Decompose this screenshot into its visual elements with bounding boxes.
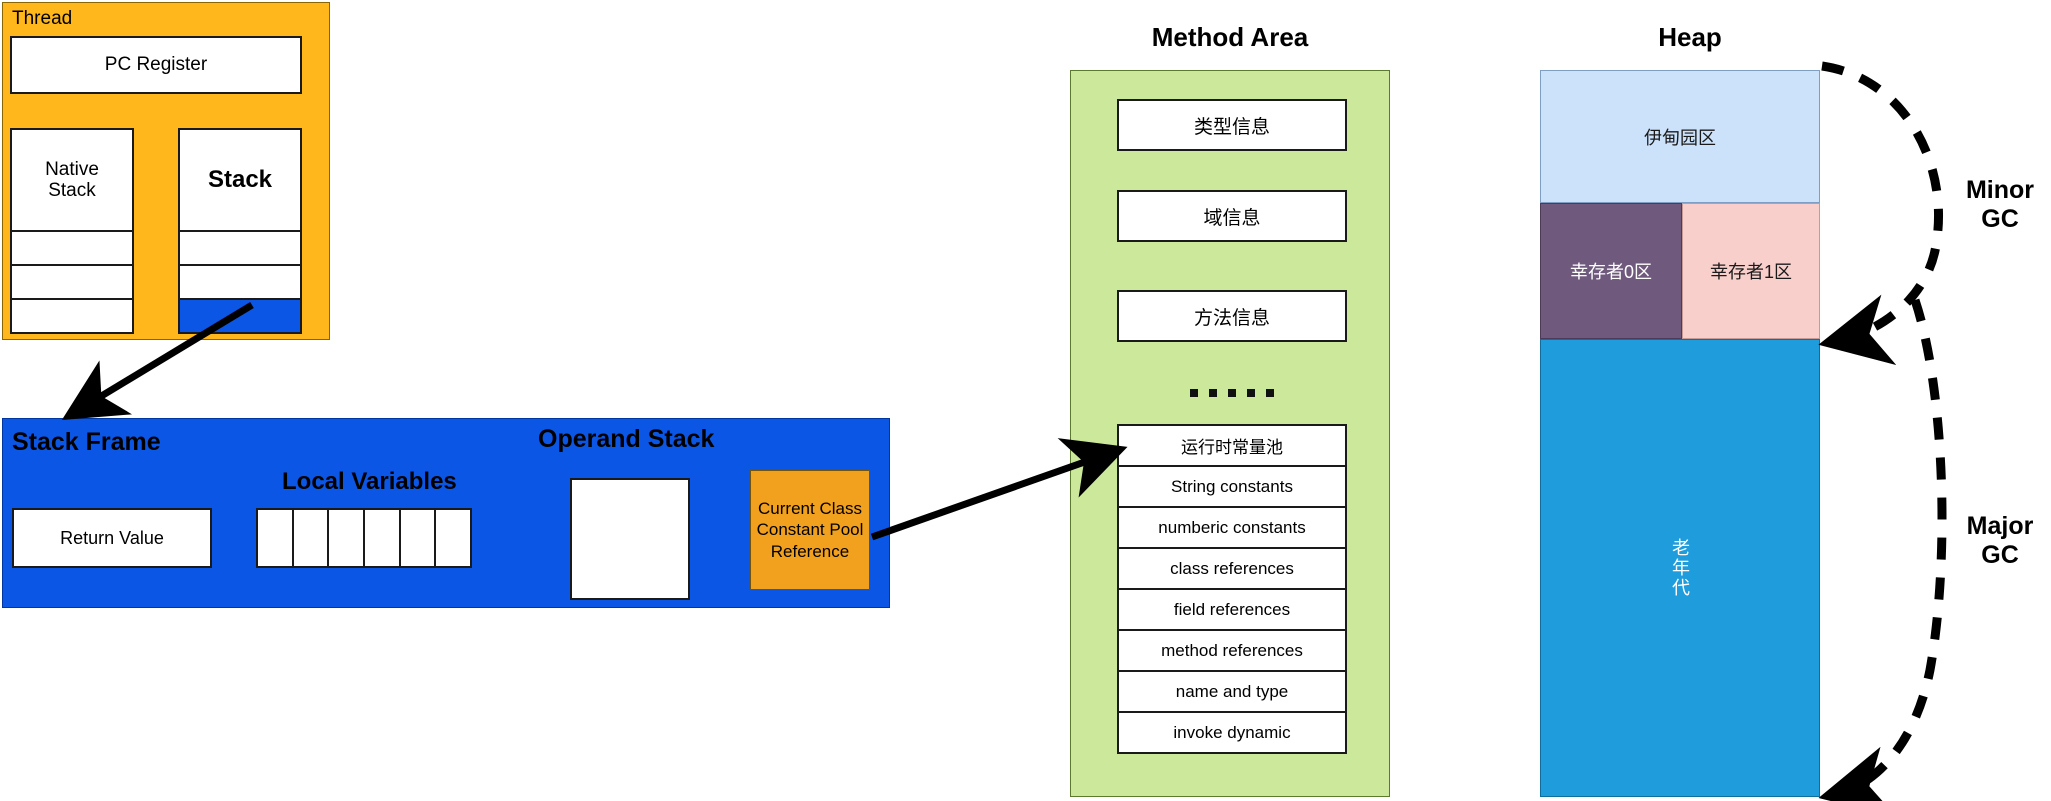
return-value-box: Return Value (12, 508, 212, 568)
cpool-ref-line2: Constant Pool (756, 520, 864, 540)
local-variable-slot (329, 510, 366, 566)
table-row: field references (1119, 590, 1345, 631)
ellipsis-dot (1247, 389, 1255, 397)
ellipsis-dot (1190, 389, 1198, 397)
operand-stack-title: Operand Stack (538, 425, 715, 453)
runtime-constant-pool-table: 运行时常量池 String constants numberic constan… (1117, 424, 1347, 754)
ellipsis-dot (1209, 389, 1217, 397)
heap-title: Heap (1658, 22, 1722, 52)
minor-gc-label: Minor GC (1950, 176, 2050, 234)
method-area-ellipsis (1117, 380, 1347, 406)
table-row: method references (1119, 631, 1345, 672)
table-row: numberic constants (1119, 508, 1345, 549)
stack-active-frame-row (178, 300, 302, 334)
major-gc-line1: Major (1966, 512, 2034, 540)
cpool-ref-line1: Current Class (758, 499, 862, 519)
stack-empty-row (178, 266, 302, 300)
table-row: String constants (1119, 467, 1345, 508)
table-row: invoke dynamic (1119, 713, 1345, 752)
method-area-field-info-box: 域信息 (1117, 190, 1347, 242)
native-stack-empty-row (10, 300, 134, 334)
minor-gc-line2: GC (1981, 204, 2019, 233)
heap-eden-region: 伊甸园区 (1540, 70, 1820, 203)
cpool-ref-line3: Reference (770, 541, 850, 561)
local-variables-title: Local Variables (282, 468, 457, 495)
operand-stack-box (570, 478, 690, 600)
major-gc-line2: GC (1981, 540, 2019, 569)
method-area-type-info-box: 类型信息 (1117, 99, 1347, 151)
native-stack-label: Native Stack (10, 128, 134, 232)
pc-register-box: PC Register (10, 36, 302, 94)
heap-old-generation-region: 老年代 (1540, 339, 1820, 797)
method-area-method-info-box: 方法信息 (1117, 290, 1347, 342)
local-variable-slot (293, 510, 330, 566)
local-variable-slot (258, 510, 294, 566)
native-stack-label-line1: Native (45, 158, 99, 180)
stack-frame-title: Stack Frame (12, 428, 161, 456)
native-stack-column: Native Stack (10, 128, 134, 334)
table-row: 运行时常量池 (1119, 426, 1345, 467)
native-stack-label-line2: Stack (48, 180, 96, 201)
arrow-minor-gc (1818, 61, 1944, 366)
heap-survivor0-region: 幸存者0区 (1540, 203, 1682, 339)
ellipsis-dot (1266, 389, 1274, 397)
major-gc-label: Major GC (1950, 512, 2050, 570)
arrow-major-gc (1818, 298, 1947, 801)
stack-empty-row (178, 232, 302, 266)
native-stack-empty-row (10, 232, 134, 266)
heap-survivor1-region: 幸存者1区 (1682, 203, 1820, 339)
local-variables-slots (256, 508, 472, 568)
native-stack-empty-row (10, 266, 134, 300)
stack-label: Stack (178, 128, 302, 232)
thread-label: Thread (12, 8, 73, 29)
local-variable-slot (400, 510, 437, 566)
method-area-title: Method Area (1151, 22, 1309, 52)
ellipsis-dot (1228, 389, 1236, 397)
local-variable-slot (365, 510, 401, 566)
minor-gc-line1: Minor (1965, 176, 2035, 204)
jvm-memory-diagram: Thread PC Register Native Stack Stack St… (0, 0, 2051, 801)
stack-column: Stack (178, 128, 302, 334)
current-class-constant-pool-reference-box: Current Class Constant Pool Reference (750, 470, 870, 590)
local-variable-slot (436, 510, 471, 566)
table-row: class references (1119, 549, 1345, 590)
table-row: name and type (1119, 672, 1345, 713)
old-generation-label: 老年代 (1670, 538, 1690, 598)
